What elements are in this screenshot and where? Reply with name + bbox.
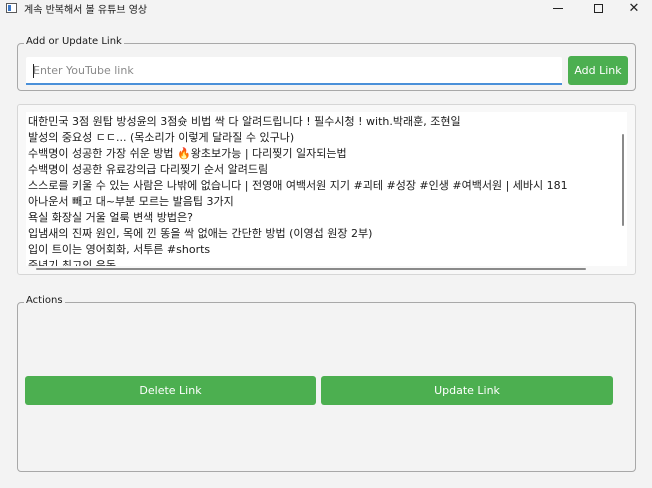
list-item[interactable]: 대한민국 3점 원탑 방성윤의 3점슛 비법 싹 다 알려드립니다 ! 필수시청… xyxy=(28,114,461,130)
actions-group-label: Actions xyxy=(24,295,65,306)
list-item[interactable]: 입이 트이는 영어회화, 서투른 #shorts xyxy=(28,242,210,258)
window-title: 계속 반복해서 볼 유튜브 영상 xyxy=(24,5,148,16)
app-icon xyxy=(6,3,17,13)
list-item[interactable]: 발성의 중요성 ㄷㄷ... (목소리가 이렇게 달라질 수 있구나) xyxy=(28,130,294,146)
title-bar: 계속 반복해서 볼 유튜브 영상 ✕ xyxy=(0,0,652,16)
list-item[interactable]: 아나운서 빼고 대~부분 모르는 발음팁 3가지 xyxy=(28,194,234,210)
close-icon: ✕ xyxy=(628,0,640,16)
youtube-link-input[interactable] xyxy=(26,57,562,85)
delete-link-button[interactable]: Delete Link xyxy=(25,376,316,405)
maximize-button[interactable] xyxy=(578,0,618,16)
horizontal-scroll-thumb[interactable] xyxy=(36,268,586,270)
maximize-icon xyxy=(593,3,603,13)
list-item[interactable]: 스스로를 키울 수 있는 사람은 나밖에 없습니다 | 전영애 여백서원 지기 … xyxy=(28,178,568,194)
update-link-button[interactable]: Update Link xyxy=(321,376,613,405)
minimize-icon xyxy=(553,7,563,9)
list-item[interactable]: 수백명이 성공한 유료강의급 다리찢기 순서 알려드림 xyxy=(28,162,268,178)
list-item[interactable]: 중년기 최고의 운동 xyxy=(28,258,116,266)
list-item[interactable]: 욕실 화장실 거울 얼룩 변색 방법은? xyxy=(28,210,193,226)
link-list[interactable]: 대한민국 3점 원탑 방성윤의 3점슛 비법 싹 다 알려드립니다 ! 필수시청… xyxy=(26,112,619,266)
text-caret xyxy=(33,64,34,78)
list-item[interactable]: 수백명이 성공한 가장 쉬운 방법 🔥왕초보가능 | 다리찢기 일자되는법 xyxy=(28,146,347,162)
add-link-button[interactable]: Add Link xyxy=(568,56,628,85)
close-button[interactable]: ✕ xyxy=(614,0,652,16)
list-item[interactable]: 입냄새의 진짜 원인, 목에 낀 똥을 싹 없애는 간단한 방법 (이영섭 원장… xyxy=(28,226,372,242)
vertical-scroll-thumb[interactable] xyxy=(622,134,624,226)
add-link-group-label: Add or Update Link xyxy=(24,36,124,47)
minimize-button[interactable] xyxy=(538,0,578,16)
